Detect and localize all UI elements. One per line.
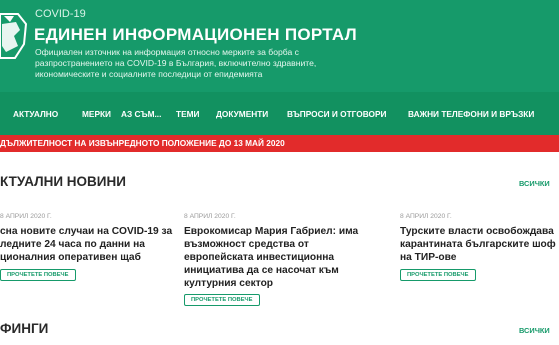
coat-of-arms-icon[interactable] [0, 6, 30, 62]
news-date: 8 АПРИЛ 2020 Г. [400, 213, 452, 220]
headline-line: инициатива да се насочат към [184, 265, 339, 276]
headline-line: карантината българските шоф [400, 239, 556, 250]
headline-line: на ТИР-ове [400, 252, 457, 263]
portal-subtitle: Официален източник на информация относно… [35, 47, 317, 79]
nav-item-phones-links[interactable]: ВАЖНИ ТЕЛЕФОНИ И ВРЪЗКИ [408, 109, 534, 119]
headline-line: европейската инвестиционна [184, 252, 335, 263]
headline-line: културния сектор [184, 278, 274, 289]
site-header: COVID-19 ЕДИНЕН ИНФОРМАЦИОНЕН ПОРТАЛ Офи… [0, 0, 559, 92]
read-more-button[interactable]: ПРОЧЕТЕТЕ ПОВЕЧЕ [400, 269, 476, 281]
news-headline[interactable]: Турските власти освобождава карантината … [400, 225, 559, 264]
news-date: 8 АПРИЛ 2020 Г. [184, 213, 236, 220]
news-date: 8 АПРИЛ 2020 Г. [0, 213, 52, 220]
news-headline[interactable]: сна новите случаи на COVID-19 за ледните… [0, 225, 172, 264]
nav-item-i-am[interactable]: АЗ СЪМ... [121, 109, 161, 119]
briefings-section-title: ФИНГИ [0, 321, 49, 336]
read-more-button[interactable]: ПРОЧЕТЕТЕ ПОВЕЧЕ [184, 294, 260, 306]
covid-label: COVID-19 [35, 8, 86, 20]
portal-title[interactable]: ЕДИНЕН ИНФОРМАЦИОНЕН ПОРТАЛ [34, 25, 357, 45]
nav-item-faq[interactable]: ВЪПРОСИ И ОТГОВОРИ [287, 109, 386, 119]
nav-item-documents[interactable]: ДОКУМЕНТИ [216, 109, 268, 119]
news-section-title: КТУАЛНИ НОВИНИ [0, 174, 126, 189]
headline-line: ционалния оперативен щаб [0, 252, 141, 263]
headline-line: възможност средства от [184, 239, 309, 250]
headline-line: Еврокомисар Мария Габриел: има [184, 226, 359, 237]
headline-line: ледните 24 часа по данни на [0, 239, 145, 250]
news-headline[interactable]: Еврокомисар Мария Габриел: има възможнос… [184, 225, 358, 290]
headline-line: Турските власти освобождава [400, 226, 554, 237]
nav-item-current[interactable]: АКТУАЛНО [13, 109, 58, 119]
nav-item-measures[interactable]: МЕРКИ [82, 109, 111, 119]
alert-text[interactable]: ДЪЛЖИТЕЛНОСТ НА ИЗВЪНРЕДНОТО ПОЛОЖЕНИЕ Д… [0, 138, 285, 148]
news-see-all-link[interactable]: ВСИЧКИ [519, 179, 550, 188]
alert-banner: ДЪЛЖИТЕЛНОСТ НА ИЗВЪНРЕДНОТО ПОЛОЖЕНИЕ Д… [0, 135, 559, 152]
nav-item-topics[interactable]: ТЕМИ [176, 109, 199, 119]
read-more-button[interactable]: ПРОЧЕТЕТЕ ПОВЕЧЕ [0, 269, 76, 281]
briefings-see-all-link[interactable]: ВСИЧКИ [519, 326, 550, 335]
headline-line: сна новите случаи на COVID-19 за [0, 226, 173, 237]
main-nav: АКТУАЛНО МЕРКИ АЗ СЪМ... ТЕМИ ДОКУМЕНТИ … [0, 92, 559, 135]
